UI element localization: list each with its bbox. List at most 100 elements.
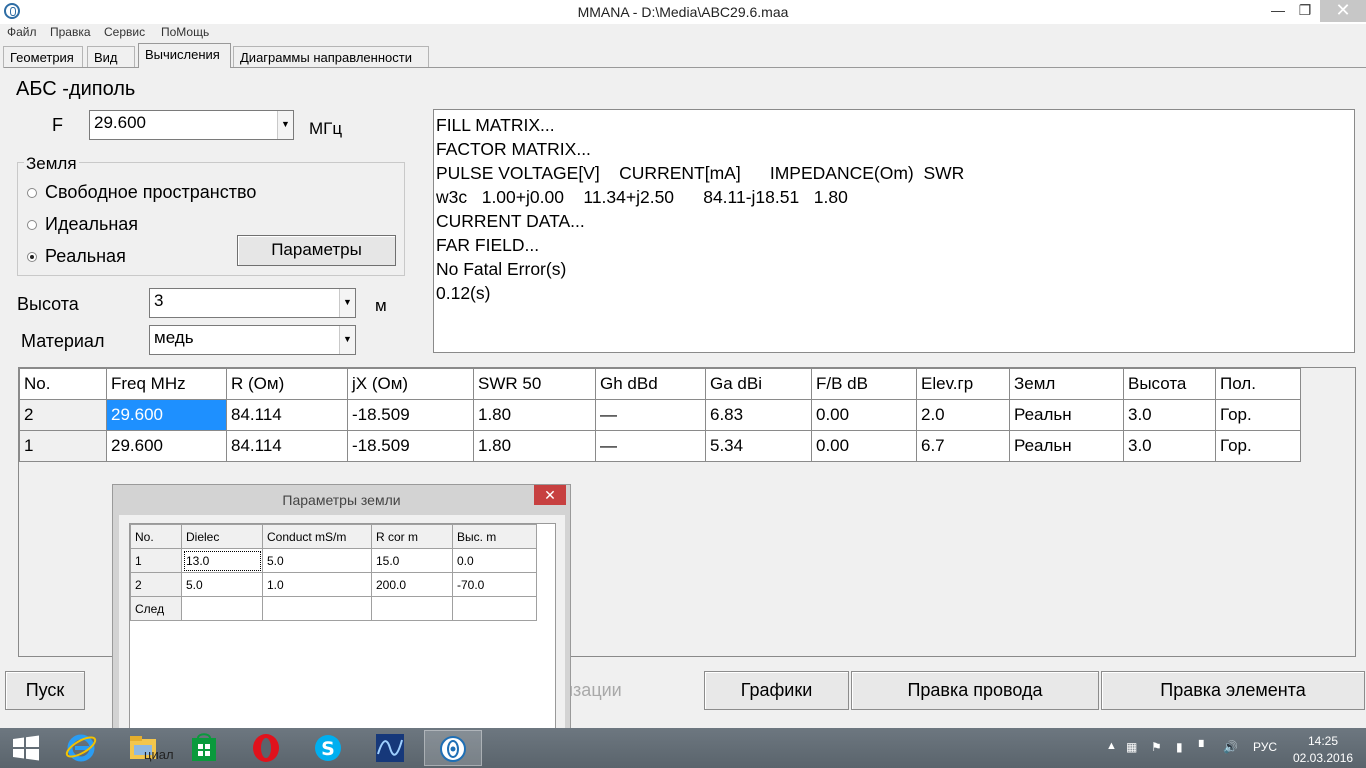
edit-wire-button[interactable]: Правка провода [851, 671, 1099, 710]
table-cell[interactable]: -18.509 [347, 430, 474, 462]
menu-service[interactable]: Сервис [104, 25, 145, 39]
table-cell[interactable]: 84.114 [226, 430, 348, 462]
radio-button[interactable] [27, 220, 37, 230]
column-header[interactable]: Conduct mS/m [262, 524, 372, 549]
menu-edit[interactable]: Правка [50, 25, 91, 39]
column-header[interactable]: Высота [1123, 368, 1216, 400]
language-indicator[interactable]: РУС [1253, 740, 1277, 754]
column-header[interactable]: Dielec [181, 524, 263, 549]
tab-view[interactable]: Вид [87, 46, 135, 68]
table-cell[interactable] [262, 596, 372, 621]
column-header[interactable]: jX (Ом) [347, 368, 474, 400]
height-combo[interactable]: 3 ▼ [149, 288, 356, 318]
table-cell[interactable]: 0.00 [811, 430, 917, 462]
row-number-cell[interactable]: 2 [19, 399, 107, 431]
minimize-button[interactable]: — [1264, 0, 1292, 22]
network-icon[interactable]: ▘ [1199, 740, 1208, 754]
column-header[interactable]: No. [19, 368, 107, 400]
row-number-cell[interactable]: 1 [130, 548, 182, 573]
table-cell[interactable]: Гор. [1215, 430, 1301, 462]
table-cell[interactable]: Реальн [1009, 430, 1124, 462]
table-cell[interactable]: 0.00 [811, 399, 917, 431]
table-cell[interactable]: — [595, 430, 706, 462]
table-cell[interactable]: 6.83 [705, 399, 812, 431]
table-cell[interactable]: -70.0 [452, 572, 537, 597]
maximize-button[interactable]: ❐ [1291, 0, 1319, 22]
graphs-button[interactable]: Графики [704, 671, 849, 710]
table-row[interactable]: 1 29.600 84.114 -18.509 1.80 — 5.34 0.00… [19, 430, 1301, 462]
column-header[interactable]: Выс. m [452, 524, 537, 549]
table-cell[interactable]: 15.0 [371, 548, 453, 573]
store-icon[interactable] [178, 730, 230, 766]
skype-icon[interactable]: S [302, 730, 354, 766]
table-cell[interactable]: 0.0 [452, 548, 537, 573]
column-header[interactable]: Gh dBd [595, 368, 706, 400]
table-cell[interactable]: Гор. [1215, 399, 1301, 431]
frequency-combo[interactable]: 29.600 ▼ [89, 110, 294, 140]
table-cell[interactable] [452, 596, 537, 621]
opera-icon[interactable] [240, 730, 292, 766]
edit-element-button[interactable]: Правка элемента [1101, 671, 1365, 710]
table-row[interactable]: 2 5.0 1.0 200.0 -70.0 [130, 572, 537, 597]
material-combo[interactable]: медь ▼ [149, 325, 356, 355]
table-cell-focused[interactable]: 13.0 [181, 548, 263, 573]
ie-icon[interactable] [55, 730, 107, 766]
table-cell[interactable] [181, 596, 263, 621]
menu-file[interactable]: Файл [7, 25, 37, 39]
chevron-down-icon[interactable]: ▼ [277, 111, 293, 139]
chevron-down-icon[interactable]: ▼ [339, 326, 355, 354]
action-center-icon[interactable]: ⚑ [1151, 740, 1162, 754]
table-cell[interactable]: — [595, 399, 706, 431]
row-number-cell[interactable]: 2 [130, 572, 182, 597]
chevron-down-icon[interactable]: ▼ [339, 289, 355, 317]
plot-app-icon[interactable] [364, 730, 416, 766]
table-cell[interactable]: 200.0 [371, 572, 453, 597]
output-console[interactable]: FILL MATRIX... FACTOR MATRIX... PULSE VO… [433, 109, 1355, 353]
row-number-cell[interactable]: След [130, 596, 182, 621]
table-cell[interactable]: 5.0 [181, 572, 263, 597]
column-header[interactable]: Freq MHz [106, 368, 227, 400]
tab-patterns[interactable]: Диаграммы направленности [233, 46, 429, 68]
ground-params-button[interactable]: Параметры [237, 235, 396, 266]
column-header[interactable]: SWR 50 [473, 368, 596, 400]
table-cell[interactable] [371, 596, 453, 621]
table-cell[interactable]: 5.0 [262, 548, 372, 573]
column-header[interactable]: R (Ом) [226, 368, 348, 400]
column-header[interactable]: Ga dBi [705, 368, 812, 400]
windows-flag-icon[interactable]: ▦ [1126, 740, 1137, 754]
table-cell[interactable]: Реальн [1009, 399, 1124, 431]
table-cell[interactable]: 29.600 [106, 430, 227, 462]
radio-button-checked[interactable] [27, 252, 37, 262]
row-number-cell[interactable]: 1 [19, 430, 107, 462]
clock-time[interactable]: 14:25 [1308, 734, 1338, 748]
column-header[interactable]: R cor m [371, 524, 453, 549]
start-icon[interactable] [0, 730, 52, 766]
table-cell[interactable]: 1.80 [473, 430, 596, 462]
volume-icon[interactable]: 🔊 [1223, 740, 1238, 754]
table-cell-selected[interactable]: 29.600 [106, 399, 227, 431]
column-header[interactable]: Elev.гр [916, 368, 1010, 400]
power-icon[interactable]: ▮ [1176, 740, 1183, 754]
table-row[interactable]: 2 29.600 84.114 -18.509 1.80 — 6.83 0.00… [19, 399, 1301, 431]
table-cell[interactable]: 2.0 [916, 399, 1010, 431]
table-cell[interactable]: 5.34 [705, 430, 812, 462]
table-row[interactable]: 1 13.0 5.0 15.0 0.0 [130, 548, 537, 573]
table-cell[interactable]: -18.509 [347, 399, 474, 431]
column-header[interactable]: F/B dB [811, 368, 917, 400]
start-button[interactable]: Пуск [5, 671, 85, 710]
tab-geometry[interactable]: Геометрия [3, 46, 83, 68]
close-button[interactable]: ✕ [1320, 0, 1366, 22]
table-row[interactable]: След [130, 596, 537, 621]
clock-date[interactable]: 02.03.2016 [1293, 751, 1353, 765]
mmana-icon[interactable] [424, 730, 482, 766]
tab-calculations[interactable]: Вычисления [138, 43, 231, 68]
table-cell[interactable]: 3.0 [1123, 399, 1216, 431]
radio-button[interactable] [27, 188, 37, 198]
column-header[interactable]: No. [130, 524, 182, 549]
column-header[interactable]: Пол. [1215, 368, 1301, 400]
column-header[interactable]: Земл [1009, 368, 1124, 400]
table-cell[interactable]: 1.80 [473, 399, 596, 431]
menu-help[interactable]: ПоМощь [161, 25, 209, 39]
table-cell[interactable]: 6.7 [916, 430, 1010, 462]
table-cell[interactable]: 3.0 [1123, 430, 1216, 462]
